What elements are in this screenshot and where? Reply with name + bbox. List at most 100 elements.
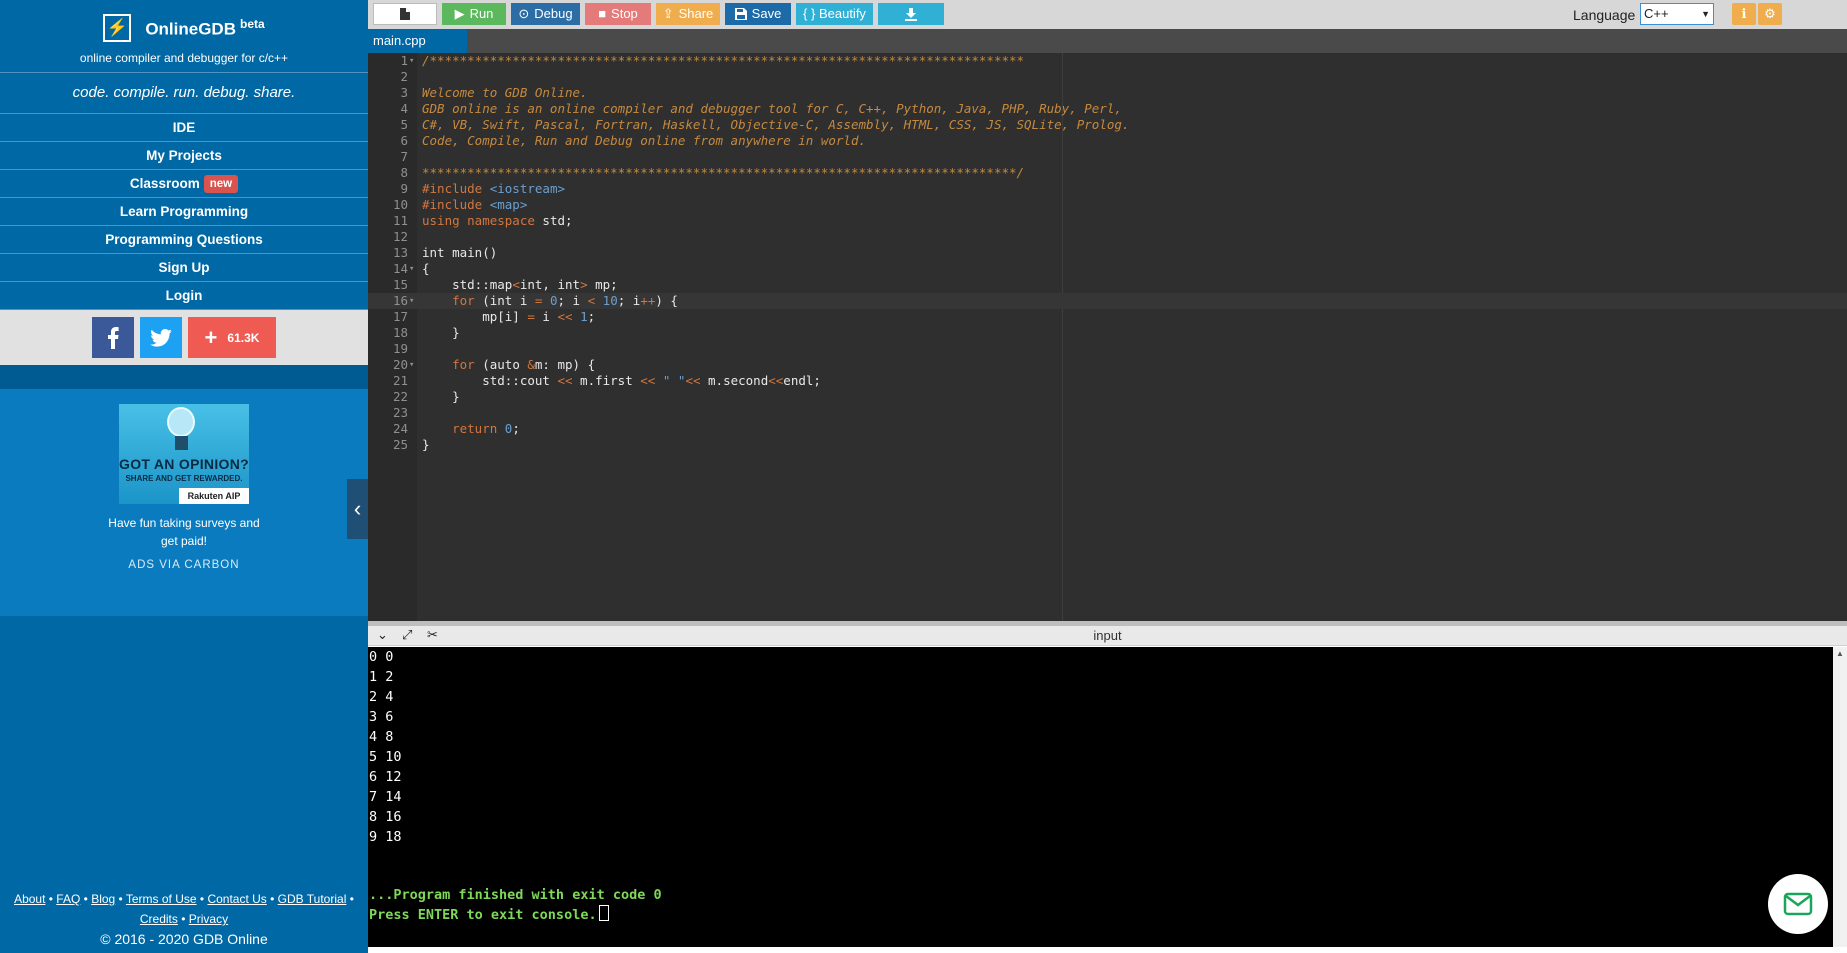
nav-login[interactable]: Login bbox=[0, 282, 368, 310]
code-editor[interactable]: 1 ▾/*************************************… bbox=[368, 53, 1847, 621]
footer-privacy-link[interactable]: Privacy bbox=[189, 912, 228, 926]
ads-via-carbon[interactable]: ADS VIA CARBON bbox=[0, 559, 368, 571]
share-button[interactable]: ⇪ Share bbox=[656, 3, 720, 25]
run-button[interactable]: ▶ Run bbox=[442, 3, 506, 25]
code-token: using namespace bbox=[422, 213, 543, 228]
code-line[interactable]: 20 ▾ for (auto &m: mp) { bbox=[368, 357, 1847, 373]
brand-subtitle: online compiler and debugger for c/c++ bbox=[79, 51, 289, 65]
language-select[interactable]: C++ ▼ bbox=[1640, 3, 1714, 25]
code-line[interactable]: 23 bbox=[368, 405, 1847, 421]
code-token: C#, VB, Swift, Pascal, Fortran, Haskell,… bbox=[422, 117, 1130, 132]
code-line[interactable]: 17 mp[i] = i << 1; bbox=[368, 309, 1847, 325]
code-line[interactable]: 6 Code, Compile, Run and Debug online fro… bbox=[368, 133, 1847, 149]
code-token: for bbox=[452, 357, 475, 372]
fold-toggle-icon[interactable]: ▾ bbox=[409, 261, 414, 277]
code-token: m.first bbox=[572, 373, 641, 388]
line-number: 13 bbox=[392, 245, 408, 260]
nav-programming-questions[interactable]: Programming Questions bbox=[0, 226, 368, 254]
code-line[interactable]: 24 return 0; bbox=[368, 421, 1847, 437]
share-count: 61.3K bbox=[227, 330, 260, 345]
line-number: 24 bbox=[392, 421, 408, 436]
twitter-icon bbox=[150, 328, 172, 347]
fold-toggle-icon[interactable]: ▾ bbox=[409, 53, 414, 69]
more-share-button[interactable]: + 61.3K bbox=[188, 317, 276, 358]
save-button[interactable]: Save bbox=[725, 3, 791, 25]
code-line[interactable]: 7 bbox=[368, 149, 1847, 165]
collapse-sidebar-button[interactable]: ‹ bbox=[347, 479, 368, 539]
output-line: 9 18 bbox=[369, 829, 402, 845]
info-button[interactable]: ℹ bbox=[1732, 3, 1756, 25]
code-line[interactable]: 4 GDB online is an online compiler and de… bbox=[368, 101, 1847, 117]
code-line[interactable]: 10 #include <map> bbox=[368, 197, 1847, 213]
footer-gdb-tutorial-link[interactable]: GDB Tutorial bbox=[278, 892, 347, 906]
share-label: Share bbox=[678, 6, 714, 21]
beautify-button[interactable]: { } Beautify bbox=[796, 3, 873, 25]
code-line[interactable]: 12 bbox=[368, 229, 1847, 245]
code-line[interactable]: 14 ▾ { bbox=[368, 261, 1847, 277]
nav-label: Login bbox=[165, 288, 203, 303]
code-line[interactable]: 5 C#, VB, Swift, Pascal, Fortran, Haskell… bbox=[368, 117, 1847, 133]
sidebar-spacer bbox=[0, 365, 368, 389]
code-line[interactable]: 19 bbox=[368, 341, 1847, 357]
code-token: ; bbox=[587, 309, 596, 324]
code-line[interactable]: 1 ▾ /*************************************… bbox=[368, 53, 1847, 69]
code-token: #include bbox=[422, 181, 490, 196]
code-token: ++ bbox=[640, 293, 656, 308]
output-console[interactable]: 0 0 1 2 2 4 3 6 4 8 5 10 6 12 7 14 8 16 9 18 ...P… bbox=[368, 647, 1833, 947]
fold-toggle-icon[interactable]: ▾ bbox=[409, 357, 414, 373]
footer-blog-link[interactable]: Blog bbox=[91, 892, 115, 906]
console-scrollbar[interactable]: ▲ bbox=[1833, 647, 1847, 947]
download-button[interactable] bbox=[878, 3, 944, 25]
footer-about-link[interactable]: About bbox=[14, 892, 45, 906]
ad-subline: SHARE AND GET REWARDED. bbox=[125, 474, 243, 483]
scroll-up-icon[interactable]: ▲ bbox=[1836, 649, 1844, 658]
nav-my-projects[interactable]: My Projects bbox=[0, 142, 368, 170]
code-line[interactable]: 2 bbox=[368, 69, 1847, 85]
code-line[interactable]: 9 #include <iostream> bbox=[368, 181, 1847, 197]
output-line: 6 12 bbox=[369, 769, 402, 785]
code-line[interactable]: 13 int main() bbox=[368, 245, 1847, 261]
output-lines: 0 0 1 2 2 4 3 6 4 8 5 10 6 12 7 14 8 16 9 18 bbox=[368, 647, 1833, 847]
code-line[interactable]: 15 std::map<int, int> mp; bbox=[368, 277, 1847, 293]
file-tab-main-cpp[interactable]: main.cpp bbox=[368, 29, 467, 53]
code-line[interactable]: 21 std::cout << m.first << " "<< m.secon… bbox=[368, 373, 1847, 389]
ad-image[interactable]: GOT AN OPINION? SHARE AND GET REWARDED. … bbox=[119, 404, 249, 504]
code-line[interactable]: 25} bbox=[368, 437, 1847, 453]
nav-ide[interactable]: IDE bbox=[0, 114, 368, 142]
code-line[interactable]: 16 ▾ for (int i = 0; i < 10; i++) { bbox=[368, 293, 1847, 309]
code-line[interactable]: 11 using namespace std; bbox=[368, 213, 1847, 229]
line-number: 3 bbox=[400, 85, 408, 100]
ad-text[interactable]: Have fun taking surveys and get paid! bbox=[104, 514, 264, 550]
feedback-mail-button[interactable] bbox=[1768, 874, 1828, 934]
code-line[interactable]: 8 ***************************************… bbox=[368, 165, 1847, 181]
debug-button[interactable]: ⊙ Debug bbox=[511, 3, 580, 25]
code-token: i bbox=[534, 309, 558, 324]
brand-name[interactable]: OnlineGDB beta bbox=[145, 17, 264, 40]
twitter-share-button[interactable] bbox=[140, 317, 182, 358]
new-file-button[interactable] bbox=[373, 3, 437, 25]
code-token: ; bbox=[512, 421, 520, 436]
footer-credits-link[interactable]: Credits bbox=[140, 912, 178, 926]
settings-button[interactable]: ⚙ bbox=[1758, 3, 1782, 25]
facebook-share-button[interactable] bbox=[92, 317, 134, 358]
nav-classroom[interactable]: Classroom new bbox=[0, 170, 368, 198]
code-token: } bbox=[422, 437, 430, 452]
code-line[interactable]: 3 Welcome to GDB Online. bbox=[368, 85, 1847, 101]
code-text: C#, VB, Swift, Pascal, Fortran, Haskell,… bbox=[422, 117, 1129, 133]
code-line[interactable]: 18 } bbox=[368, 325, 1847, 341]
facebook-icon bbox=[108, 326, 119, 349]
dropdown-caret-icon: ▼ bbox=[1701, 9, 1710, 19]
line-number: 16 bbox=[392, 293, 408, 308]
nav-sign-up[interactable]: Sign Up bbox=[0, 254, 368, 282]
footer-terms-link[interactable]: Terms of Use bbox=[126, 892, 197, 906]
nav-learn-programming[interactable]: Learn Programming bbox=[0, 198, 368, 226]
fold-toggle-icon[interactable]: ▾ bbox=[409, 293, 414, 309]
beta-label: beta bbox=[239, 16, 265, 31]
code-line[interactable]: 22 } bbox=[368, 389, 1847, 405]
input-tab[interactable]: input bbox=[368, 628, 1847, 643]
footer-faq-link[interactable]: FAQ bbox=[56, 892, 80, 906]
code-token: << bbox=[557, 373, 573, 388]
footer-contact-link[interactable]: Contact Us bbox=[207, 892, 266, 906]
line-number: 22 bbox=[392, 389, 408, 404]
stop-button[interactable]: ■ Stop bbox=[585, 3, 651, 25]
